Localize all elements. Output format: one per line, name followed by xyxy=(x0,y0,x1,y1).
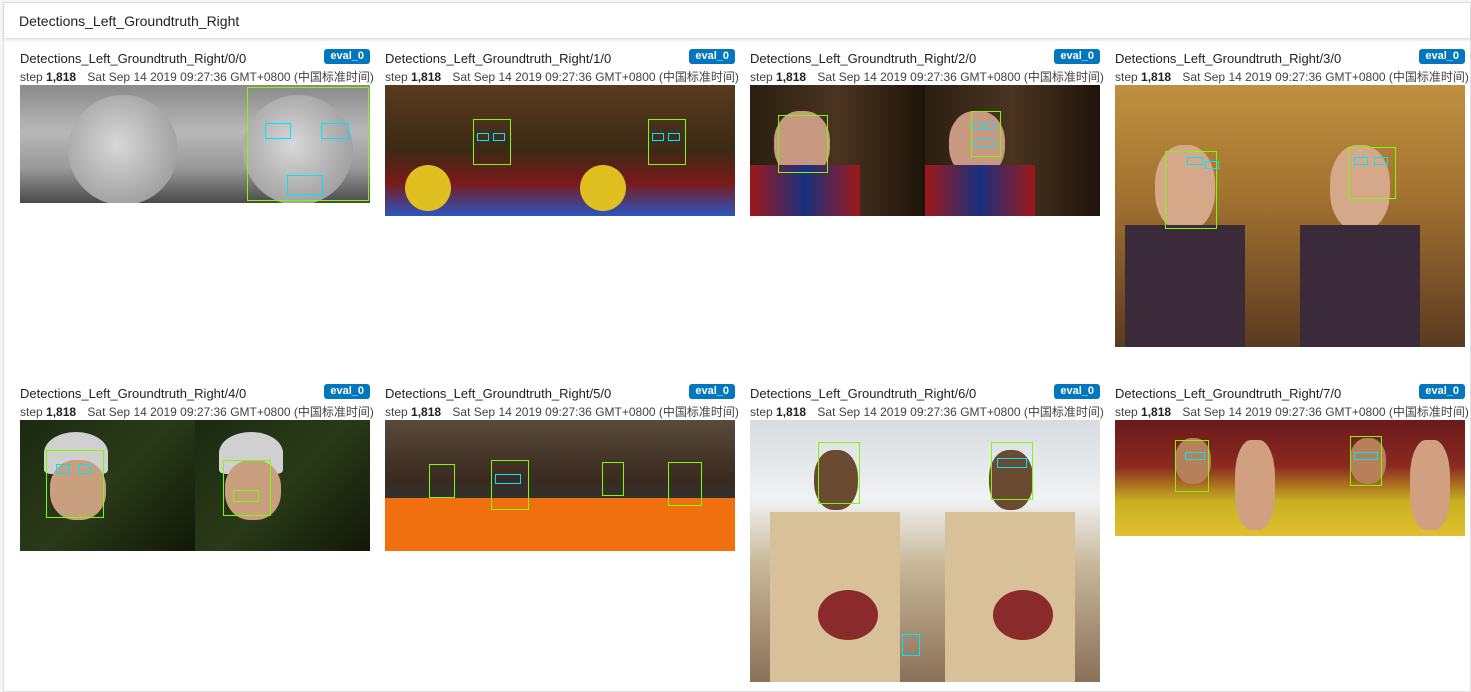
step-label: step xyxy=(20,405,43,419)
card-title: Detections_Left_Groundtruth_Right/1/0 xyxy=(385,51,612,66)
run-badge: eval_0 xyxy=(324,49,370,64)
timestamp: Sat Sep 14 2019 09:27:36 GMT+0800 (中国标准时… xyxy=(452,405,739,419)
detection-image[interactable] xyxy=(750,85,1100,216)
timestamp: Sat Sep 14 2019 09:27:36 GMT+0800 (中国标准时… xyxy=(87,405,374,419)
step-value: 1,818 xyxy=(1141,70,1172,84)
card-meta: step 1,818 Sat Sep 14 2019 09:27:36 GMT+… xyxy=(20,68,374,85)
detection-image[interactable] xyxy=(20,420,370,551)
run-badge: eval_0 xyxy=(1054,384,1100,399)
card-title: Detections_Left_Groundtruth_Right/3/0 xyxy=(1115,51,1342,66)
images-panel: Detections_Left_Groundtruth_Right Detect… xyxy=(3,2,1471,692)
step-value: 1,818 xyxy=(1141,405,1172,419)
card-meta: step 1,818 Sat Sep 14 2019 09:27:36 GMT+… xyxy=(385,68,739,85)
detections-half xyxy=(750,85,925,216)
run-badge: eval_0 xyxy=(324,384,370,399)
detections-half xyxy=(1115,85,1290,347)
run-badge: eval_0 xyxy=(689,49,735,64)
detections-half xyxy=(385,420,560,551)
card-title: Detections_Left_Groundtruth_Right/2/0 xyxy=(750,51,977,66)
card-title: Detections_Left_Groundtruth_Right/7/0 xyxy=(1115,386,1342,401)
run-badge: eval_0 xyxy=(689,384,735,399)
card-meta: step 1,818 Sat Sep 14 2019 09:27:36 GMT+… xyxy=(1115,403,1469,420)
run-badge: eval_0 xyxy=(1419,384,1465,399)
groundtruth-half xyxy=(925,420,1100,682)
timestamp: Sat Sep 14 2019 09:27:36 GMT+0800 (中国标准时… xyxy=(817,70,1104,84)
groundtruth-half xyxy=(560,420,735,551)
detection-image[interactable] xyxy=(20,85,370,203)
detection-image[interactable] xyxy=(385,420,735,551)
panel-header[interactable]: Detections_Left_Groundtruth_Right xyxy=(4,3,1470,39)
card-title: Detections_Left_Groundtruth_Right/5/0 xyxy=(385,386,612,401)
step-value: 1,818 xyxy=(776,70,807,84)
card-title: Detections_Left_Groundtruth_Right/4/0 xyxy=(20,386,247,401)
timestamp: Sat Sep 14 2019 09:27:36 GMT+0800 (中国标准时… xyxy=(87,70,374,84)
timestamp: Sat Sep 14 2019 09:27:36 GMT+0800 (中国标准时… xyxy=(817,405,1104,419)
step-value: 1,818 xyxy=(411,405,442,419)
groundtruth-half xyxy=(560,85,735,216)
card-meta: step 1,818 Sat Sep 14 2019 09:27:36 GMT+… xyxy=(1115,68,1469,85)
run-badge: eval_0 xyxy=(1054,49,1100,64)
timestamp: Sat Sep 14 2019 09:27:36 GMT+0800 (中国标准时… xyxy=(1182,70,1469,84)
card-title: Detections_Left_Groundtruth_Right/6/0 xyxy=(750,386,977,401)
detections-half xyxy=(385,85,560,216)
groundtruth-half xyxy=(925,85,1100,216)
groundtruth-half xyxy=(195,420,370,551)
detections-half xyxy=(750,420,925,682)
step-label: step xyxy=(750,70,773,84)
step-value: 1,818 xyxy=(46,405,77,419)
detection-image[interactable] xyxy=(385,85,735,216)
card-meta: step 1,818 Sat Sep 14 2019 09:27:36 GMT+… xyxy=(750,403,1104,420)
detections-half xyxy=(20,420,195,551)
detection-image[interactable] xyxy=(750,420,1100,682)
timestamp: Sat Sep 14 2019 09:27:36 GMT+0800 (中国标准时… xyxy=(1182,405,1469,419)
step-value: 1,818 xyxy=(46,70,77,84)
detection-image[interactable] xyxy=(1115,85,1465,347)
step-value: 1,818 xyxy=(776,405,807,419)
step-label: step xyxy=(1115,70,1138,84)
card-title: Detections_Left_Groundtruth_Right/0/0 xyxy=(20,51,247,66)
step-value: 1,818 xyxy=(411,70,442,84)
card-meta: step 1,818 Sat Sep 14 2019 09:27:36 GMT+… xyxy=(20,403,374,420)
panel-title: Detections_Left_Groundtruth_Right xyxy=(19,12,240,29)
groundtruth-half xyxy=(1290,85,1465,347)
step-label: step xyxy=(750,405,773,419)
card-meta: step 1,818 Sat Sep 14 2019 09:27:36 GMT+… xyxy=(750,68,1104,85)
detections-half xyxy=(1115,420,1290,536)
step-label: step xyxy=(385,70,408,84)
groundtruth-half xyxy=(195,85,370,203)
step-label: step xyxy=(385,405,408,419)
detections-half xyxy=(20,85,195,203)
card-meta: step 1,818 Sat Sep 14 2019 09:27:36 GMT+… xyxy=(385,403,739,420)
step-label: step xyxy=(1115,405,1138,419)
step-label: step xyxy=(20,70,43,84)
timestamp: Sat Sep 14 2019 09:27:36 GMT+0800 (中国标准时… xyxy=(452,70,739,84)
detection-image[interactable] xyxy=(1115,420,1465,536)
run-badge: eval_0 xyxy=(1419,49,1465,64)
groundtruth-half xyxy=(1290,420,1465,536)
